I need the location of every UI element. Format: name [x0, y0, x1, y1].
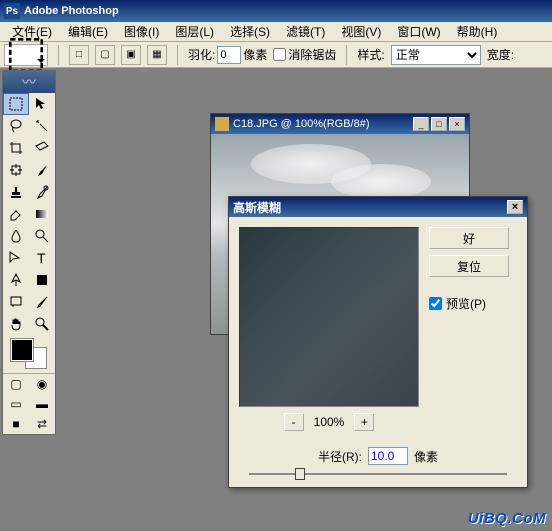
standard-mode-icon[interactable]: ▢ — [3, 374, 29, 394]
feather-label: 羽化: 像素 — [188, 46, 267, 64]
gaussian-blur-dialog: 高斯模糊 × - 100% + 好 复位 预览(P) 半径(R): 像素 — [228, 196, 528, 488]
dialog-titlebar[interactable]: 高斯模糊 × — [229, 197, 527, 217]
type-tool[interactable]: T — [29, 247, 55, 269]
preview-checkbox[interactable] — [429, 297, 442, 310]
foreground-color[interactable] — [11, 339, 33, 361]
eyedropper-tool[interactable] — [29, 291, 55, 313]
svg-text:T: T — [37, 250, 46, 266]
zoom-level: 100% — [314, 415, 345, 429]
antialias-checkbox[interactable] — [273, 48, 286, 61]
toolbox-header: 〰 — [3, 71, 55, 93]
notes-tool[interactable] — [3, 291, 29, 313]
menu-layer[interactable]: 图层(L) — [167, 23, 222, 40]
menu-select[interactable]: 选择(S) — [222, 23, 278, 40]
color-swatches — [3, 335, 55, 373]
menu-help[interactable]: 帮助(H) — [449, 23, 506, 40]
menu-edit[interactable]: 编辑(E) — [60, 23, 116, 40]
hand-tool[interactable] — [3, 313, 29, 335]
ok-button[interactable]: 好 — [429, 227, 509, 249]
app-icon: Ps — [4, 3, 20, 19]
radius-slider[interactable] — [229, 471, 527, 487]
app-title: Adobe Photoshop — [24, 5, 119, 17]
menu-window[interactable]: 窗口(W) — [389, 23, 448, 40]
width-label: 宽度: — [487, 46, 514, 63]
document-titlebar[interactable]: C18.JPG @ 100%(RGB/8#) _ □ × — [211, 114, 469, 134]
wand-tool[interactable] — [29, 115, 55, 137]
path-tool[interactable] — [3, 247, 29, 269]
zoom-in-button[interactable]: + — [354, 413, 374, 431]
blur-tool[interactable] — [3, 225, 29, 247]
tool-preset-picker[interactable] — [4, 44, 48, 66]
menu-bar: 文件(E) 编辑(E) 图像(I) 图层(L) 选择(S) 滤镜(T) 视图(V… — [0, 22, 552, 42]
eraser-tool[interactable] — [3, 203, 29, 225]
menu-filter[interactable]: 滤镜(T) — [278, 23, 333, 40]
radius-input[interactable] — [368, 447, 408, 465]
dodge-tool[interactable] — [29, 225, 55, 247]
dialog-title: 高斯模糊 — [233, 199, 281, 216]
dialog-close-button[interactable]: × — [507, 200, 523, 214]
feather-icon: 〰 — [22, 72, 36, 92]
subtract-selection-icon[interactable]: ▣ — [121, 45, 141, 65]
screen-standard-icon[interactable]: ▭ — [3, 394, 29, 414]
quickmask-mode-icon[interactable]: ◉ — [29, 374, 55, 394]
add-selection-icon[interactable]: ▢ — [95, 45, 115, 65]
history-brush-tool[interactable] — [29, 181, 55, 203]
divider — [346, 45, 347, 65]
imageready-icon[interactable]: ⇄ — [29, 414, 55, 434]
divider — [177, 45, 178, 65]
preview-area[interactable] — [239, 227, 419, 407]
minimize-button[interactable]: _ — [413, 117, 429, 131]
healing-tool[interactable] — [3, 159, 29, 181]
document-title: C18.JPG @ 100%(RGB/8#) — [233, 118, 370, 130]
watermark: UiBQ.CoM — [468, 510, 546, 527]
zoom-tool[interactable] — [29, 313, 55, 335]
divider — [58, 45, 59, 65]
lasso-tool[interactable] — [3, 115, 29, 137]
reset-button[interactable]: 复位 — [429, 255, 509, 277]
radius-label: 半径(R): — [318, 448, 362, 465]
pen-tool[interactable] — [3, 269, 29, 291]
menu-image[interactable]: 图像(I) — [116, 23, 167, 40]
app-titlebar: Ps Adobe Photoshop — [0, 0, 552, 22]
antialias-label: 消除锯齿 — [273, 46, 336, 63]
slice-tool[interactable] — [29, 137, 55, 159]
screen-full-menu-icon[interactable]: ▬ — [29, 394, 55, 414]
shape-tool[interactable] — [29, 269, 55, 291]
crop-tool[interactable] — [3, 137, 29, 159]
style-select[interactable]: 正常 — [391, 45, 481, 65]
zoom-out-button[interactable]: - — [284, 413, 304, 431]
screen-full-icon[interactable]: ■ — [3, 414, 29, 434]
new-selection-icon[interactable]: □ — [69, 45, 89, 65]
brush-tool[interactable] — [29, 159, 55, 181]
radius-unit: 像素 — [414, 448, 438, 465]
stamp-tool[interactable] — [3, 181, 29, 203]
move-tool[interactable] — [29, 93, 55, 115]
style-label: 样式: — [357, 46, 384, 63]
preview-checkbox-label: 预览(P) — [429, 295, 509, 312]
menu-view[interactable]: 视图(V) — [333, 23, 389, 40]
maximize-button[interactable]: □ — [431, 117, 447, 131]
gradient-tool[interactable] — [29, 203, 55, 225]
slider-thumb[interactable] — [295, 468, 305, 480]
feather-input[interactable] — [217, 46, 241, 64]
document-icon — [215, 117, 229, 131]
intersect-selection-icon[interactable]: ▦ — [147, 45, 167, 65]
close-button[interactable]: × — [449, 117, 465, 131]
toolbox: 〰 T ▢ ◉ ▭ ▬ ■ ⇄ — [2, 70, 56, 435]
marquee-tool[interactable] — [3, 93, 29, 115]
options-bar: □ ▢ ▣ ▦ 羽化: 像素 消除锯齿 样式: 正常 宽度: — [0, 42, 552, 68]
